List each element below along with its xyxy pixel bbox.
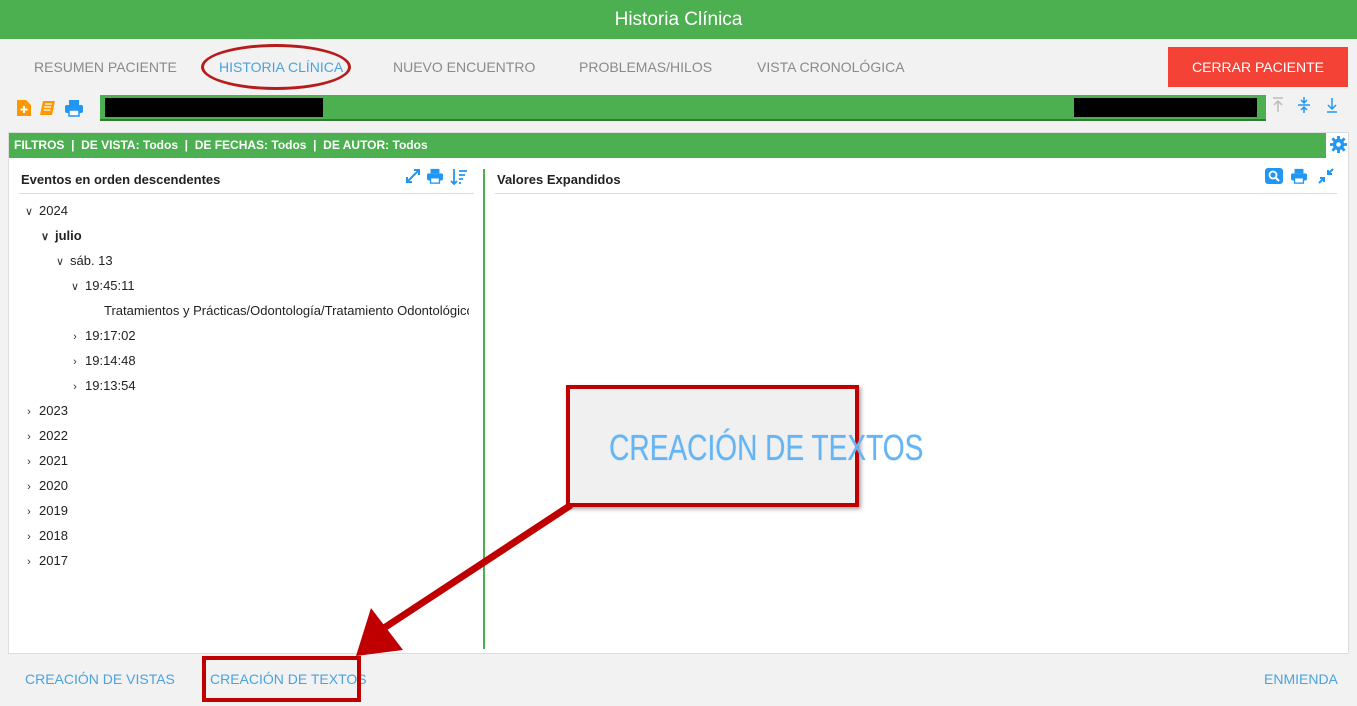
print-icon[interactable] — [64, 98, 84, 118]
collapse-icon[interactable] — [1294, 97, 1314, 119]
tree-node-time[interactable]: ∨ 19:45:11 — [67, 276, 135, 296]
events-pane-title: Eventos en orden descendentes — [21, 172, 221, 187]
footer-bar: CREACIÓN DE VISTAS CREACIÓN DE TEXTOS EN… — [0, 654, 1357, 706]
tree-node-time[interactable]: › 19:14:48 — [67, 351, 135, 372]
window-title: Historia Clínica — [0, 0, 1357, 39]
collapse-arrows-icon[interactable] — [1316, 168, 1336, 188]
chevron-down-icon[interactable]: ∨ — [67, 277, 83, 297]
tab-resumen-paciente[interactable]: RESUMEN PACIENTE — [34, 59, 177, 75]
chevron-down-icon[interactable]: ∨ — [37, 227, 53, 247]
pane-divider[interactable] — [483, 169, 485, 649]
chevron-right-icon[interactable]: › — [67, 327, 83, 347]
chevron-right-icon[interactable]: › — [21, 402, 37, 422]
chevron-right-icon[interactable]: › — [21, 552, 37, 572]
tree-node-year[interactable]: › 2017 — [21, 551, 68, 571]
views-creation-link[interactable]: CREACIÓN DE VISTAS — [25, 671, 175, 687]
gear-icon[interactable] — [1328, 135, 1348, 155]
tree-node-year[interactable]: › 2019 — [21, 501, 68, 521]
chevron-down-icon[interactable]: ∨ — [21, 202, 37, 222]
amendment-link[interactable]: ENMIENDA — [1264, 671, 1338, 687]
tab-bar: RESUMEN PACIENTE HISTORIA CLÍNICA NUEVO … — [0, 39, 1357, 95]
events-header-rule — [19, 193, 474, 194]
chevron-down-icon[interactable]: ∨ — [52, 252, 68, 272]
tree-node-day[interactable]: ∨ sáb. 13 — [52, 251, 113, 271]
chevron-right-icon[interactable]: › — [21, 527, 37, 547]
texts-creation-highlight-box — [202, 656, 361, 702]
tree-node-year[interactable]: › 2022 — [21, 426, 68, 446]
chevron-right-icon[interactable]: › — [67, 377, 83, 397]
tree-node-year[interactable]: › 2023 — [21, 401, 68, 421]
annotation-callout: CREACIÓN DE TEXTOS — [566, 385, 924, 507]
search-icon[interactable] — [1264, 168, 1284, 188]
tree-node-year[interactable]: ∨ 2024 — [21, 201, 68, 221]
patient-info-bar — [100, 95, 1266, 121]
tree-node-year[interactable]: › 2021 — [21, 451, 68, 471]
print-values-icon[interactable] — [1289, 168, 1309, 188]
tree-leaf-event[interactable]: Tratamientos y Prácticas/Odontología/Tra… — [104, 301, 469, 321]
tab-vista-cronologica[interactable]: VISTA CRONOLÓGICA — [757, 59, 905, 75]
close-patient-button[interactable]: CERRAR PACIENTE — [1168, 47, 1348, 87]
chevron-right-icon[interactable]: › — [21, 477, 37, 497]
tab-historia-clinica[interactable]: HISTORIA CLÍNICA — [219, 59, 343, 75]
events-pane: Eventos en orden descendentes ∨ 2024 ∨ jul… — [9, 158, 483, 654]
tab-nuevo-encuentro[interactable]: NUEVO ENCUENTRO — [393, 59, 535, 75]
chevron-right-icon[interactable]: › — [67, 352, 83, 372]
patient-toolbar — [8, 95, 1349, 123]
redacted-patient-name — [105, 98, 323, 117]
scroll-bottom-icon[interactable] — [1322, 97, 1342, 119]
tree-node-time[interactable]: › 19:17:02 — [67, 326, 135, 347]
values-header-rule — [495, 193, 1337, 194]
sort-descending-icon[interactable] — [449, 168, 469, 188]
redacted-patient-id — [1074, 98, 1257, 117]
tab-problemas-hilos[interactable]: PROBLEMAS/HILOS — [579, 59, 712, 75]
tree-node-year[interactable]: › 2018 — [21, 526, 68, 546]
tree-node-month[interactable]: ∨ julio — [37, 226, 82, 246]
book-icon[interactable] — [38, 98, 58, 118]
chevron-right-icon[interactable]: › — [21, 452, 37, 472]
expanded-values-title: Valores Expandidos — [497, 172, 621, 187]
tree-node-year[interactable]: › 2020 — [21, 476, 68, 496]
tree-node-time[interactable]: › 19:13:54 — [67, 376, 135, 397]
expand-icon[interactable] — [403, 168, 423, 188]
callout-text: CREACIÓN DE TEXTOS — [609, 427, 924, 468]
scroll-top-icon[interactable] — [1268, 97, 1288, 119]
print-events-icon[interactable] — [425, 168, 445, 188]
chevron-right-icon[interactable]: › — [21, 502, 37, 522]
chevron-right-icon[interactable]: › — [21, 427, 37, 447]
filter-bar[interactable]: FILTROS | DE VISTA: Todos | DE FECHAS: T… — [9, 133, 1326, 158]
new-document-icon[interactable] — [14, 98, 34, 118]
